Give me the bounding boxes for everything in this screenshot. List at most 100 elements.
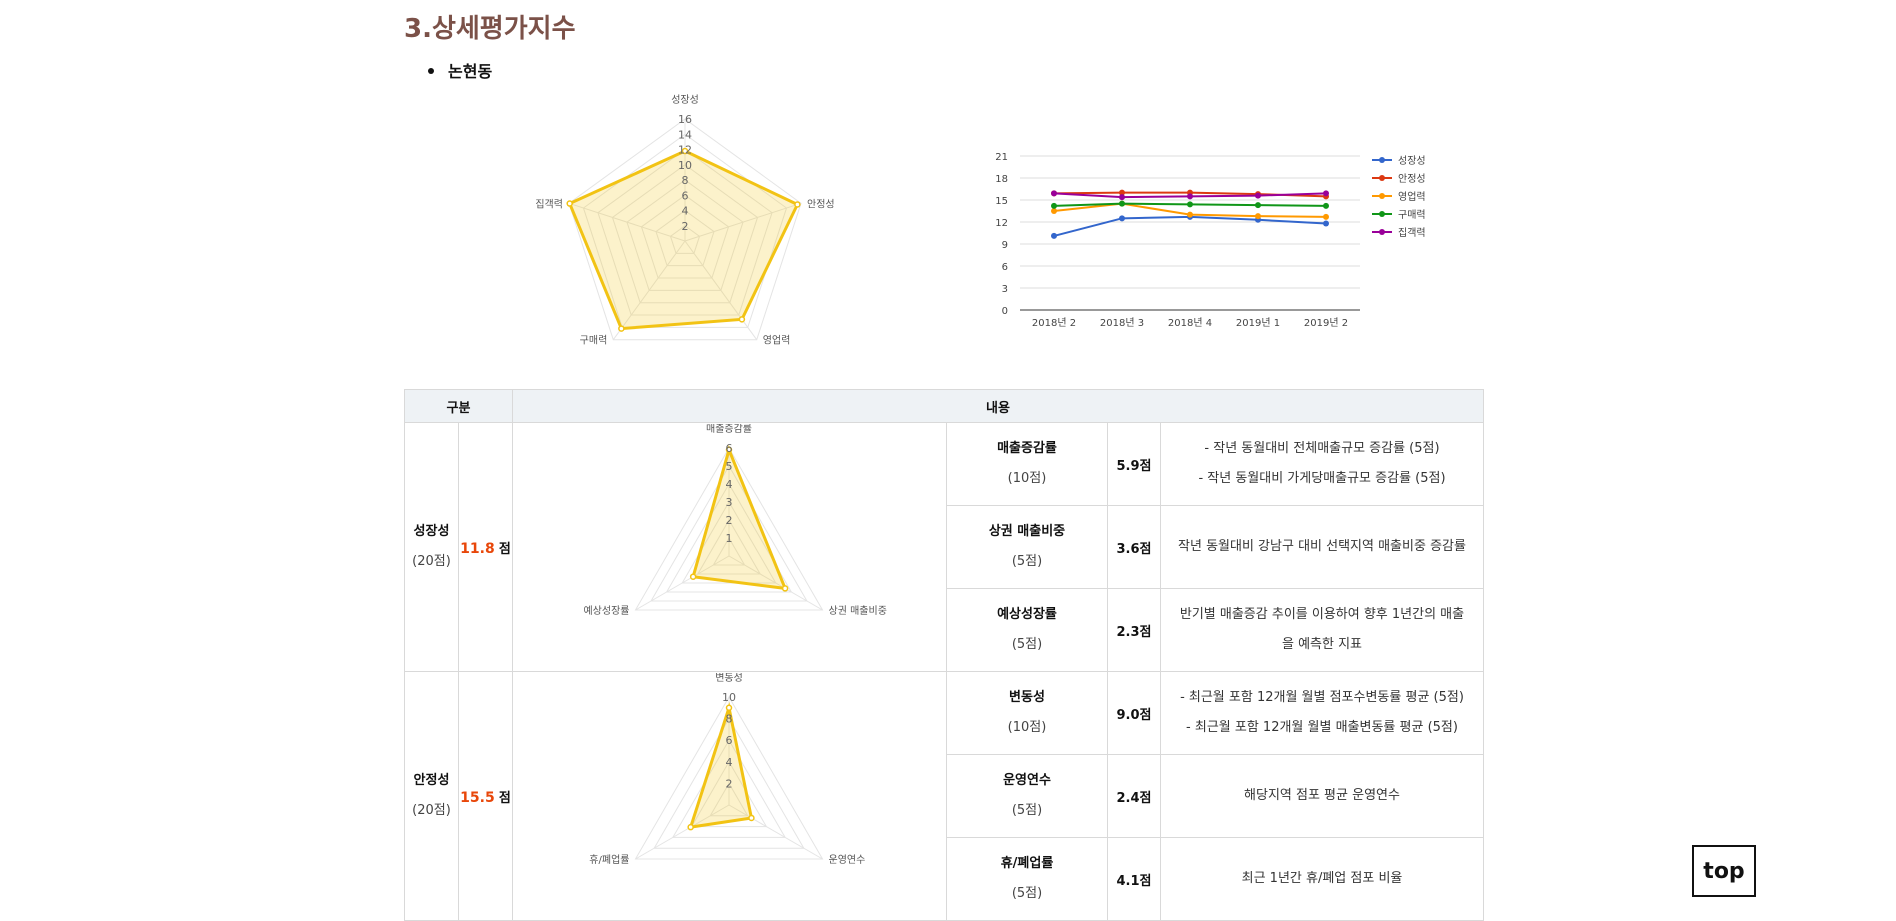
radar-tick-label: 3: [726, 496, 733, 509]
radar-tick-label: 14: [678, 128, 692, 141]
radar-tick-label: 2: [726, 514, 733, 527]
series-point: [1323, 202, 1329, 209]
category-score: 11.8: [460, 540, 495, 557]
legend-label: 집객력: [1398, 227, 1426, 239]
radar-axis-label: 성장성: [671, 94, 699, 106]
radar-axis-label: 영업력: [763, 334, 791, 347]
legend-label: 영업력: [1398, 190, 1426, 203]
item-max: (10점): [1007, 471, 1047, 486]
category-name: 성장성: [413, 524, 450, 539]
radar-tick-label: 10: [722, 691, 736, 704]
item-name: 휴/폐업률: [1000, 856, 1054, 871]
radar-point: [689, 572, 697, 580]
series-point: [1255, 213, 1261, 220]
radar-chart-main: 2 4 6 8 10 12 14 16 성장성안정성영업력 구매력 집객력: [535, 94, 834, 347]
radar-axis-label: 매출증감률: [706, 424, 752, 435]
radar-area: [691, 444, 788, 590]
item-score-cell: 3.6점: [1107, 505, 1161, 589]
item-name-cell: 운영연수 (5점): [946, 754, 1108, 838]
radar-tick-label: 4: [682, 205, 689, 218]
legend-swatch-dot: [1379, 157, 1385, 163]
area-list-item: 논현동: [428, 58, 492, 82]
item-desc-cell: 작년 동월대비 강남구 대비 선택지역 매출비중 증감률: [1160, 505, 1484, 589]
series-point: [1187, 201, 1193, 208]
category-name-cell: 안정성 (20점): [404, 671, 459, 921]
table-row: 성장성 (20점) 11.8 점 1 2 3 4 5 6 매출증감률 상권 매출비중 예상성장률 매출증…: [404, 422, 1484, 672]
x-tick-label: 2018년 2: [1032, 317, 1076, 329]
series-point: [1323, 190, 1329, 197]
item-name-cell: 예상성장률 (5점): [946, 588, 1108, 672]
radar-tick-label: 2: [726, 777, 733, 790]
legend-swatch-dot: [1379, 229, 1385, 235]
legend-label: 구매력: [1398, 209, 1426, 221]
item-score-cell: 2.4점: [1107, 754, 1161, 838]
detail-table: 구분 내용 성장성 (20점) 11.8 점 1 2 3 4 5 6 매출증감률 상권 매출비중 예상…: [404, 389, 1484, 921]
area-name: 논현동: [448, 62, 493, 81]
radar-tick-label: 1: [726, 532, 733, 545]
radar-tick-label: 8: [682, 174, 689, 187]
item-name-cell: 상권 매출비중 (5점): [946, 505, 1108, 589]
category-radar-cell: 2 4 6 8 10 변동성 운영연수 휴/폐업률: [512, 671, 947, 921]
item-desc-cell: - 최근월 포함 12개월 월별 점포수변동률 평균 (5점) - 최근월 포함 …: [1160, 671, 1484, 755]
table-header-row: 구분 내용: [404, 389, 1484, 423]
item-desc-line: 해당지역 점포 평균 운영연수: [1244, 788, 1400, 803]
radar-point: [618, 325, 625, 332]
series-point: [1051, 208, 1057, 214]
item-desc-line: 작년 동월대비 강남구 대비 선택지역 매출비중 증감률: [1178, 539, 1466, 554]
radar-tick-label: 8: [726, 712, 733, 725]
item-score: 3.6점: [1116, 541, 1152, 557]
score-unit: 점: [498, 790, 511, 806]
radar-point: [781, 584, 789, 592]
radar-tick-label: 12: [678, 144, 692, 157]
radar-point: [748, 814, 755, 821]
item-score-cell: 5.9점: [1107, 422, 1161, 506]
item-name: 변동성: [1009, 690, 1045, 705]
series-point: [1119, 194, 1125, 201]
item-name-cell: 변동성 (10점): [946, 671, 1108, 755]
item-desc-cell: 해당지역 점포 평균 운영연수: [1160, 754, 1484, 838]
y-tick-label: 0: [1002, 306, 1008, 317]
table-row: 안정성 (20점) 15.5 점 2 4 6 8 10 변동성 운영연수 휴/폐업률 변동성 (10점)…: [404, 671, 1484, 921]
item-desc-line: - 최근월 포함 12개월 월별 점포수변동률 평균 (5점): [1180, 690, 1464, 705]
item-desc-cell: 최근 1년간 휴/폐업 점포 비율: [1160, 837, 1484, 921]
x-tick-label: 2018년 3: [1100, 317, 1144, 329]
series-point: [1255, 202, 1261, 209]
radar-axis-label: 예상성장률: [583, 605, 629, 617]
x-tick-label: 2019년 1: [1236, 317, 1280, 329]
radar-axis-label: 구매력: [580, 335, 608, 347]
category-radar-chart: 2 4 6 8 10 변동성운영연수 휴/폐업률: [589, 673, 865, 866]
item-desc-cell: - 작년 동월대비 전체매출규모 증감률 (5점) - 작년 동월대비 가게당매출…: [1160, 422, 1484, 506]
item-desc-line: 반기별 매출증감 추이를 이용하여 향후 1년간의 매출: [1179, 607, 1465, 622]
item-max: (5점): [1011, 637, 1043, 652]
y-tick-label: 6: [1002, 262, 1008, 273]
radar-tick-label: 4: [726, 755, 733, 768]
radar-axis-label: 상권 매출비중: [829, 605, 887, 617]
y-tick-label: 3: [1002, 284, 1008, 295]
radar-tick-label: 6: [726, 734, 733, 747]
category-radar-cell: 1 2 3 4 5 6 매출증감률 상권 매출비중 예상성장률: [512, 422, 947, 672]
score-unit: 점: [498, 541, 511, 557]
item-score-cell: 9.0점: [1107, 671, 1161, 755]
header-content: 내용: [512, 389, 1484, 423]
series-point: [1051, 202, 1057, 209]
series-point: [1323, 220, 1329, 227]
category-score-cell: 15.5 점: [458, 671, 513, 921]
y-tick-label: 21: [995, 152, 1008, 163]
radar-axis-label: 변동성: [715, 673, 743, 684]
top-button[interactable]: top: [1692, 845, 1756, 897]
item-name: 상권 매출비중: [988, 524, 1066, 539]
item-score: 4.1점: [1116, 873, 1152, 889]
item-name: 예상성장률: [997, 607, 1057, 622]
item-max: (10점): [1007, 720, 1047, 735]
radar-axis-label: 휴/폐업률: [589, 853, 629, 866]
item-score: 2.4점: [1116, 790, 1152, 806]
category-score-cell: 11.8 점: [458, 422, 513, 672]
radar-tick-label: 10: [678, 159, 692, 172]
section-title: 3.상세평가지수: [404, 14, 576, 44]
radar-point: [725, 704, 733, 711]
item-score: 2.3점: [1116, 624, 1152, 640]
line-chart: 0 3 6 9 12 15 18 21 2018년 2 2018년 3 2018년 4 2019년 1…: [995, 152, 1426, 329]
item-name: 매출증감률: [997, 441, 1057, 456]
radar-tick-label: 4: [726, 478, 733, 491]
radar-axis-label: 집객력: [535, 198, 563, 210]
